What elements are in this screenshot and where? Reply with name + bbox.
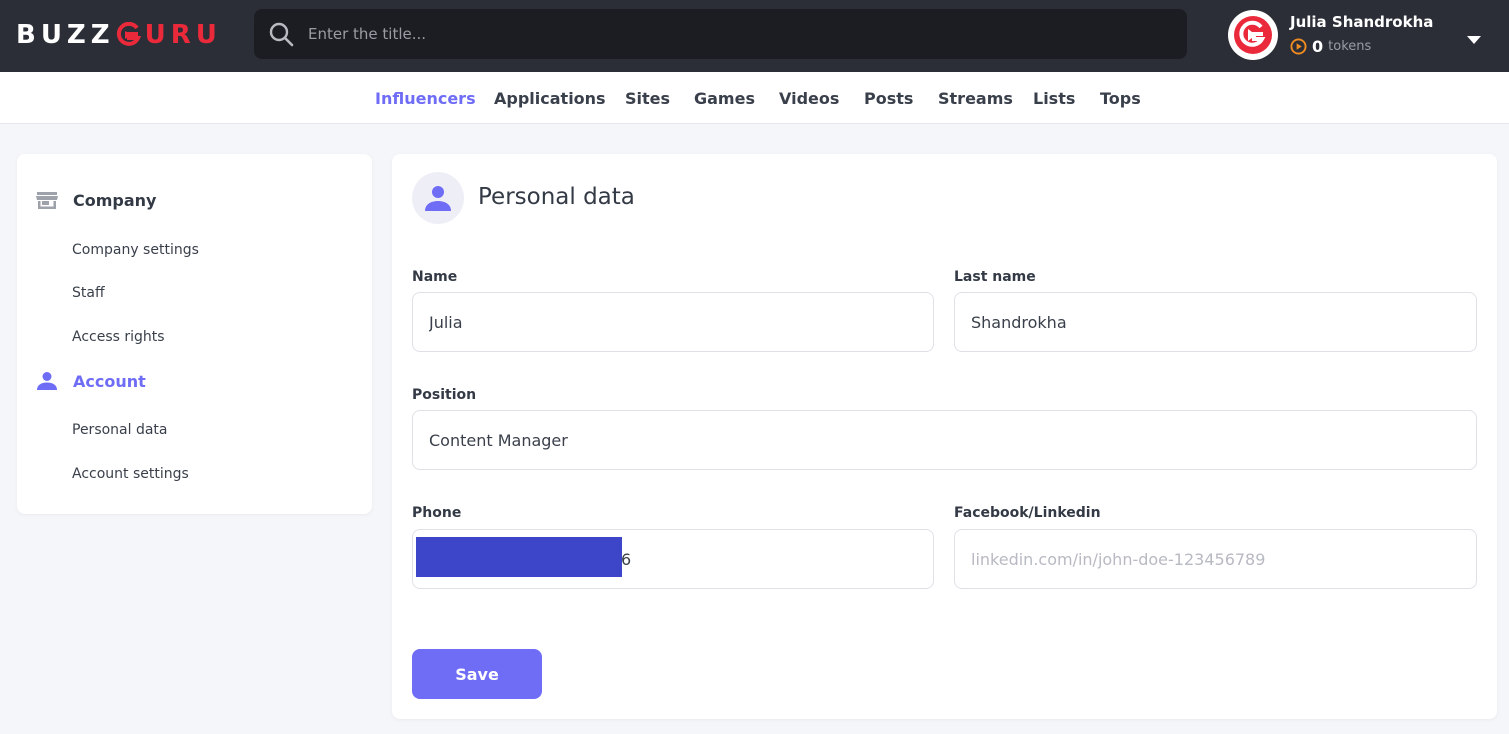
- nav-item-games[interactable]: Games: [694, 89, 755, 108]
- social-label: Facebook/Linkedin: [954, 505, 1101, 521]
- phone-redaction-block: [416, 537, 622, 577]
- sidebar-item-company-settings[interactable]: Company settings: [72, 242, 199, 258]
- token-count: 0: [1312, 37, 1324, 56]
- chevron-down-icon[interactable]: [1466, 30, 1482, 44]
- tokens-balance[interactable]: 0 tokens: [1290, 37, 1371, 56]
- last-name-label: Last name: [954, 269, 1036, 285]
- save-button[interactable]: Save: [412, 649, 542, 699]
- search-icon: [268, 21, 294, 47]
- phone-input[interactable]: 6: [412, 529, 934, 589]
- sidebar-section-company-label: Company: [73, 190, 157, 210]
- nav-item-streams[interactable]: Streams: [938, 89, 1013, 108]
- nav-item-videos[interactable]: Videos: [779, 89, 839, 108]
- name-field-box: [412, 292, 934, 352]
- last-name-field-box: [954, 292, 1477, 352]
- avatar-logo-icon: [1234, 16, 1272, 54]
- sidebar-item-account-settings[interactable]: Account settings: [72, 466, 189, 482]
- social-input[interactable]: [955, 530, 1476, 588]
- name-label: Name: [412, 269, 458, 285]
- phone-label: Phone: [412, 505, 462, 521]
- sidebar-section-account-label: Account: [73, 371, 146, 391]
- page-title: Personal data: [478, 184, 635, 210]
- position-field-box: [412, 410, 1477, 470]
- sidebar-section-company[interactable]: Company: [35, 188, 156, 212]
- store-icon: [35, 188, 59, 212]
- name-input[interactable]: [413, 293, 933, 351]
- settings-sidebar: Company Company settings Staff Access ri…: [17, 154, 372, 514]
- phone-visible-digit: 6: [621, 550, 632, 569]
- nav-item-tops[interactable]: Tops: [1100, 89, 1141, 108]
- search-input[interactable]: [308, 9, 1168, 59]
- nav-item-influencers[interactable]: Influencers: [375, 89, 476, 108]
- social-field-box: [954, 529, 1477, 589]
- position-input[interactable]: [413, 411, 1476, 469]
- person-icon: [425, 186, 451, 211]
- user-avatar[interactable]: [1228, 10, 1278, 60]
- user-name[interactable]: Julia Shandrokha: [1290, 13, 1433, 31]
- nav-item-sites[interactable]: Sites: [625, 89, 670, 108]
- sidebar-item-personal-data[interactable]: Personal data: [72, 422, 168, 438]
- person-icon: [35, 369, 59, 393]
- logo-g-icon: [115, 22, 141, 48]
- last-name-input[interactable]: [955, 293, 1476, 351]
- sidebar-item-access-rights[interactable]: Access rights: [72, 329, 165, 345]
- buzzguru-logo[interactable]: BUZZ URU: [16, 18, 222, 52]
- nav-item-applications[interactable]: Applications: [494, 89, 606, 108]
- main-nav: Influencers Applications Sites Games Vid…: [0, 72, 1509, 124]
- logo-text-buzz: BUZZ: [16, 20, 115, 50]
- token-label: tokens: [1328, 39, 1372, 54]
- top-header: BUZZ URU Julia Shandrokha: [0, 0, 1509, 72]
- sidebar-item-staff[interactable]: Staff: [72, 285, 105, 301]
- search-bar[interactable]: [254, 9, 1187, 59]
- nav-item-lists[interactable]: Lists: [1033, 89, 1075, 108]
- personal-data-avatar: [412, 172, 464, 224]
- personal-data-card: Personal data Name Last name Position Ph…: [392, 154, 1497, 719]
- sidebar-section-account[interactable]: Account: [35, 369, 146, 393]
- nav-item-posts[interactable]: Posts: [864, 89, 913, 108]
- position-label: Position: [412, 387, 477, 403]
- token-play-icon: [1290, 38, 1307, 55]
- logo-text-uru: URU: [144, 20, 222, 50]
